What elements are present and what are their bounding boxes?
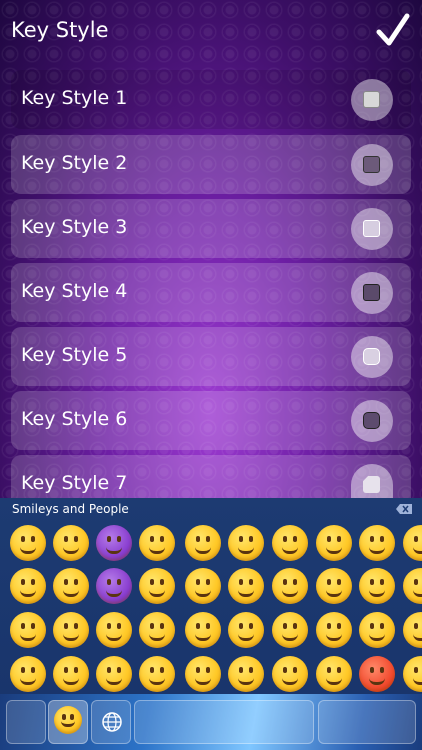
emoji-key[interactable] [359, 656, 395, 692]
emoji-key[interactable] [139, 568, 175, 604]
emoji-key[interactable] [272, 568, 308, 604]
emoji-key[interactable] [316, 656, 352, 692]
emoji-key[interactable] [316, 525, 352, 561]
style-swatch [363, 412, 380, 429]
style-swatch [363, 220, 380, 237]
smileys-tab-key[interactable] [48, 700, 88, 744]
key-style-label: Key Style 5 [21, 344, 128, 366]
emoji-key[interactable] [359, 568, 395, 604]
key-style-row-7[interactable]: Key Style 7 [11, 455, 411, 498]
delete-icon[interactable] [396, 504, 412, 514]
emoji-key[interactable] [10, 525, 46, 561]
emoji-key[interactable] [403, 525, 422, 561]
emoji-key[interactable] [185, 656, 221, 692]
globe-key[interactable] [91, 700, 131, 744]
style-select-radio[interactable] [351, 336, 393, 378]
emoji-key[interactable] [10, 612, 46, 648]
emoji-grid [0, 522, 422, 694]
style-swatch [363, 284, 380, 301]
emoji-key[interactable] [139, 525, 175, 561]
emoji-key[interactable] [96, 525, 132, 561]
emoji-key[interactable] [96, 612, 132, 648]
key-style-label: Key Style 3 [21, 216, 128, 238]
emoji-key[interactable] [96, 656, 132, 692]
emoji-key[interactable] [228, 568, 264, 604]
emoji-key[interactable] [139, 612, 175, 648]
emoji-key[interactable] [53, 612, 89, 648]
key-style-row-3[interactable]: Key Style 3 [11, 199, 411, 258]
key-style-row-1[interactable]: Key Style 1 [11, 70, 411, 129]
emoji-key[interactable] [53, 525, 89, 561]
emoji-key[interactable] [359, 612, 395, 648]
style-select-radio[interactable] [351, 400, 393, 442]
smiley-icon [54, 706, 82, 734]
emoji-key[interactable] [185, 568, 221, 604]
page-title: Key Style [11, 18, 109, 42]
delete-key[interactable] [318, 700, 416, 744]
emoji-key[interactable] [139, 656, 175, 692]
emoji-key[interactable] [272, 525, 308, 561]
style-swatch [363, 348, 380, 365]
emoji-key[interactable] [185, 612, 221, 648]
checkmark-icon[interactable] [376, 12, 410, 48]
style-select-radio[interactable] [351, 79, 393, 121]
emoji-key[interactable] [228, 525, 264, 561]
emoji-key[interactable] [53, 656, 89, 692]
top-bar: Key Style [0, 0, 422, 64]
emoji-key[interactable] [10, 568, 46, 604]
emoji-key[interactable] [228, 612, 264, 648]
emoji-key[interactable] [359, 525, 395, 561]
emoji-key[interactable] [10, 656, 46, 692]
emoji-category-bar: Smileys and People [0, 498, 422, 520]
emoji-category-label: Smileys and People [12, 502, 129, 516]
style-select-radio[interactable] [351, 272, 393, 314]
key-style-label: Key Style 2 [21, 152, 128, 174]
key-style-row-4[interactable]: Key Style 4 [11, 263, 411, 322]
emoji-key[interactable] [272, 612, 308, 648]
style-swatch [363, 476, 380, 493]
key-style-row-2[interactable]: Key Style 2 [11, 135, 411, 194]
emoji-key[interactable] [316, 568, 352, 604]
globe-icon [102, 712, 122, 732]
emoji-key[interactable] [403, 568, 422, 604]
emoji-key[interactable] [96, 568, 132, 604]
style-select-radio[interactable] [351, 144, 393, 186]
emoji-key[interactable] [403, 656, 422, 692]
key-style-label: Key Style 1 [21, 87, 128, 109]
key-style-label: Key Style 7 [21, 472, 128, 494]
style-swatch [363, 156, 380, 173]
emoji-key[interactable] [228, 656, 264, 692]
style-select-radio[interactable] [351, 464, 393, 498]
emoji-key[interactable] [403, 612, 422, 648]
emoji-key[interactable] [316, 612, 352, 648]
emoji-key[interactable] [185, 525, 221, 561]
style-select-radio[interactable] [351, 208, 393, 250]
emoji-keyboard: Smileys and People [0, 498, 422, 750]
key-style-row-5[interactable]: Key Style 5 [11, 327, 411, 386]
key-style-row-6[interactable]: Key Style 6 [11, 391, 411, 450]
key-style-label: Key Style 4 [21, 280, 128, 302]
recent-tab-key[interactable] [6, 700, 46, 744]
keyboard-bottom-bar [0, 694, 422, 750]
emoji-key[interactable] [272, 656, 308, 692]
space-key[interactable] [134, 700, 314, 744]
style-swatch [363, 91, 380, 108]
key-style-label: Key Style 6 [21, 408, 128, 430]
emoji-key[interactable] [53, 568, 89, 604]
